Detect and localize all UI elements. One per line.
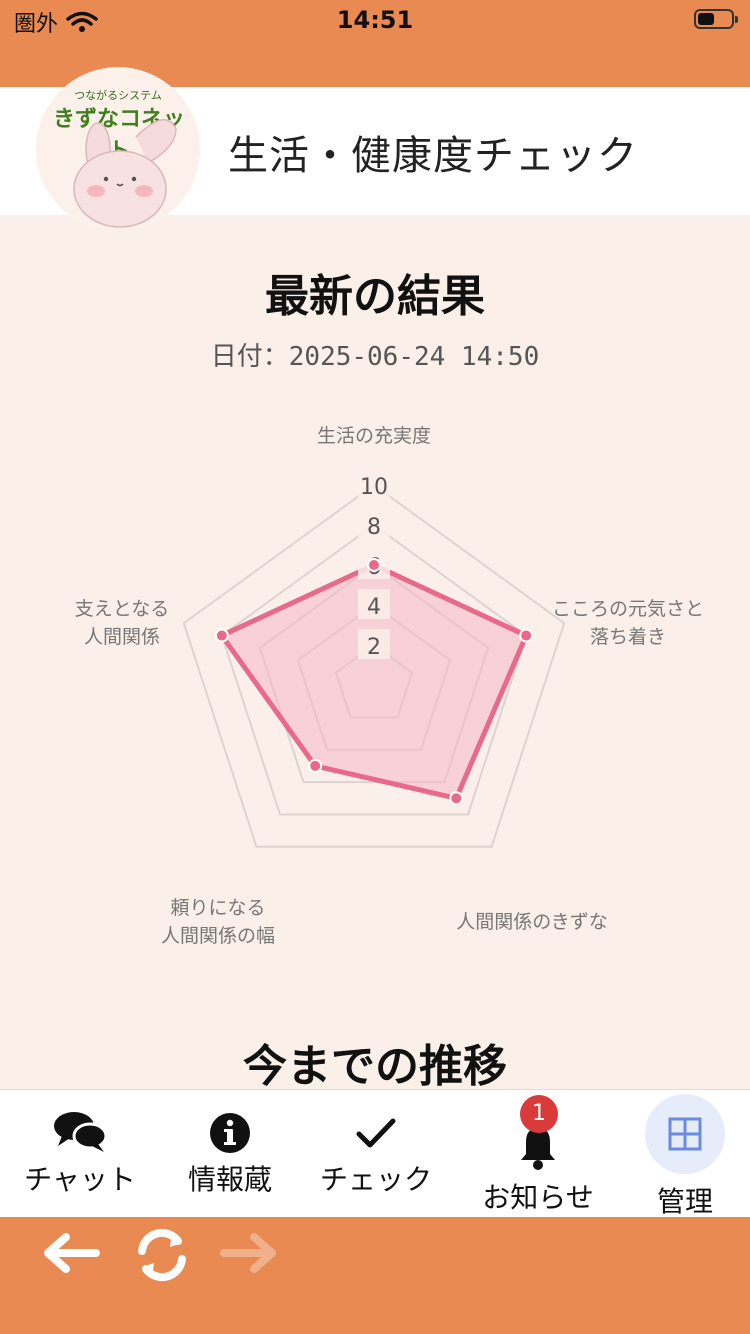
page-title: 生活・健康度チェック xyxy=(228,133,638,179)
back-arrow-icon[interactable] xyxy=(40,1231,100,1275)
radar-chart: 246810生活の充実度こころの元気さと落ち着き人間関係のきずな頼りになる人間関… xyxy=(75,425,704,947)
radar-axis-label: 支えとなる xyxy=(75,598,169,620)
forward-arrow-icon[interactable] xyxy=(220,1231,280,1275)
app-logo: つながるシステム きずなコネット xyxy=(36,67,200,231)
status-time: 14:51 xyxy=(336,6,414,34)
tab-check-label: チェック xyxy=(319,1163,432,1196)
radar-axis-label: 生活の充実度 xyxy=(317,425,431,447)
notification-badge: 1 xyxy=(520,1095,558,1133)
radar-tick-label: 4 xyxy=(367,595,381,620)
radar-data-point xyxy=(367,558,381,572)
radar-tick-label: 8 xyxy=(367,515,381,540)
history-title: 今までの推移 xyxy=(243,1041,507,1092)
battery-icon xyxy=(694,9,738,29)
radar-axis-label: 落ち着き xyxy=(590,626,666,648)
tab-bar: チャット 情報蔵 チェック 1 お知らせ 管理 xyxy=(0,1089,750,1218)
tab-notifications-label: お知らせ xyxy=(482,1181,594,1214)
checkmark-icon xyxy=(356,1118,396,1148)
chat-bubbles-icon xyxy=(54,1112,108,1152)
browser-nav-bar xyxy=(0,1217,750,1334)
radar-axis-label: こころの元気さと xyxy=(552,598,704,620)
radar-axis-label: 人間関係 xyxy=(84,626,160,648)
radar-data-point xyxy=(519,628,534,643)
tab-manage-label: 管理 xyxy=(656,1185,713,1218)
tab-info-label: 情報蔵 xyxy=(187,1163,272,1196)
radar-axis-label: 人間関係のきずな xyxy=(456,911,607,933)
result-date: 日付：2025-06-24 14:50 xyxy=(210,342,540,372)
radar-data-point xyxy=(308,758,323,773)
info-icon xyxy=(210,1113,250,1153)
radar-axis-label: 人間関係の幅 xyxy=(161,925,275,947)
radar-tick-label: 2 xyxy=(367,635,381,660)
radar-tick-label: 10 xyxy=(360,475,388,500)
grid-icon xyxy=(668,1117,702,1151)
rabbit-mascot-icon xyxy=(73,119,177,228)
tab-chat[interactable]: チャット xyxy=(10,1090,150,1218)
latest-result-title: 最新の結果 xyxy=(265,271,485,322)
tab-notifications[interactable]: 1 お知らせ xyxy=(468,1090,608,1218)
radar-axis-label: 頼りになる xyxy=(170,897,265,919)
tab-info[interactable]: 情報蔵 xyxy=(160,1090,300,1218)
radar-data-point xyxy=(214,628,229,643)
tab-check[interactable]: チェック xyxy=(306,1090,446,1218)
reload-icon[interactable] xyxy=(132,1225,192,1285)
tab-manage[interactable]: 管理 xyxy=(615,1090,750,1218)
tab-chat-label: チャット xyxy=(24,1163,136,1196)
radar-data-point xyxy=(449,791,464,806)
